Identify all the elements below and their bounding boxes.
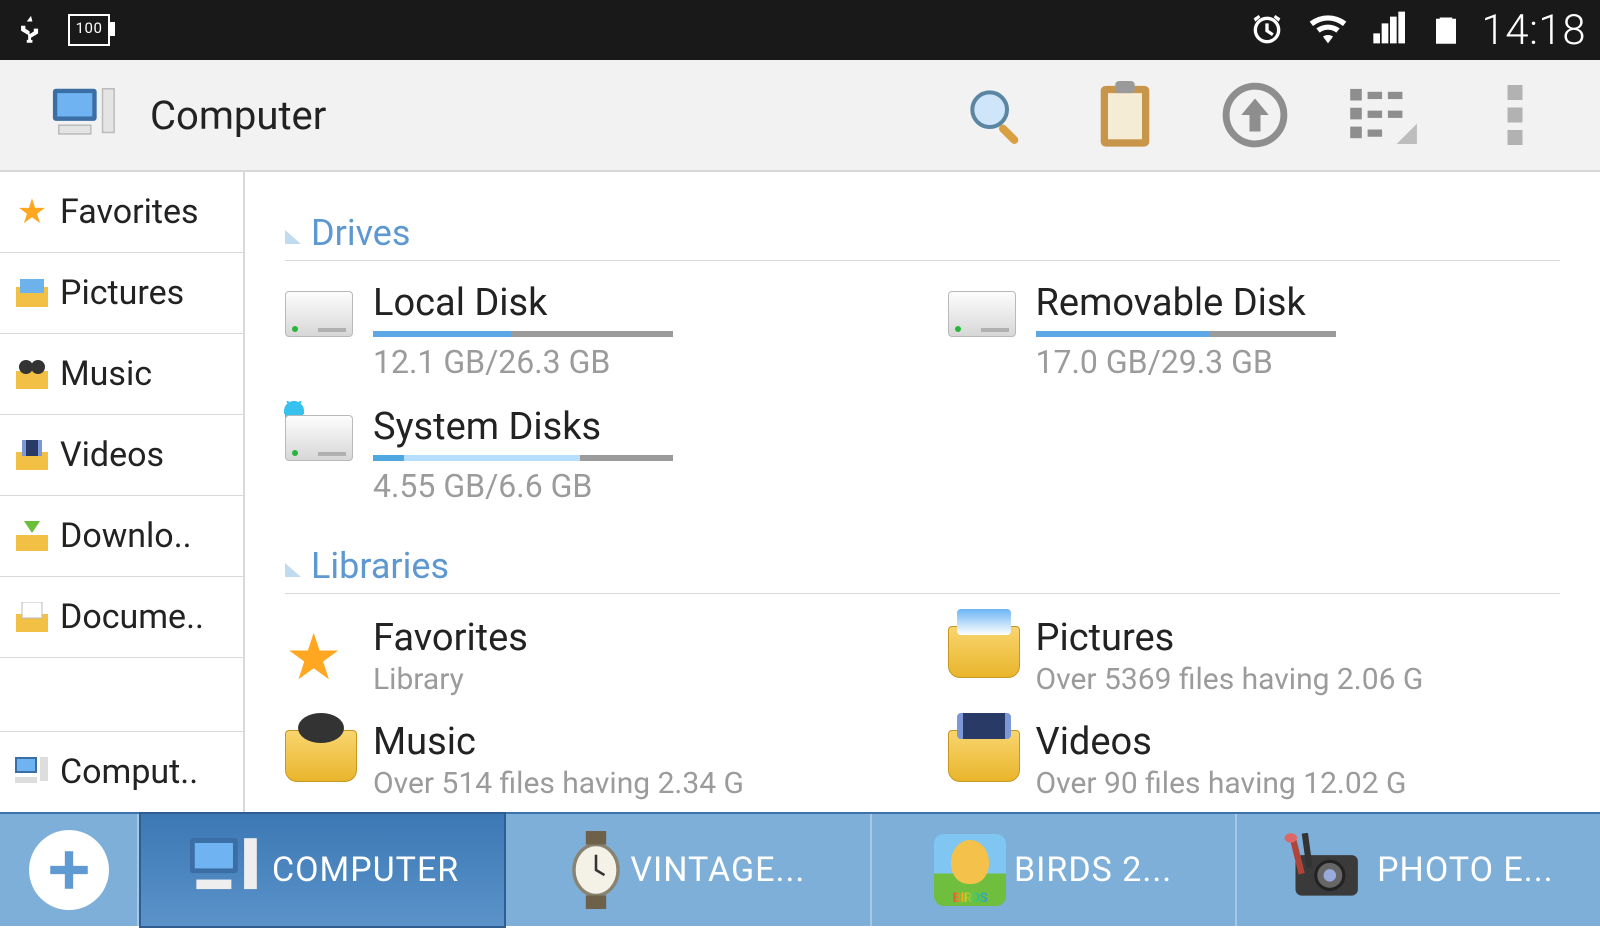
- tab-label: COMPUTER: [272, 850, 459, 890]
- sidebar-item-label: Favorites: [60, 192, 199, 232]
- music-icon: [14, 356, 50, 392]
- library-favorites[interactable]: ★ Favorites Library: [285, 616, 898, 720]
- computer-icon: [186, 835, 264, 905]
- signal-icon: [1369, 10, 1411, 50]
- music-drawer-icon: [285, 730, 357, 782]
- tab-label: PHOTO E...: [1377, 850, 1554, 890]
- photo-icon: [1283, 833, 1369, 908]
- sidebar-item-pictures[interactable]: Pictures: [0, 253, 243, 334]
- star-icon: ★: [285, 620, 342, 695]
- sidebar-item-label: Docume..: [60, 597, 204, 637]
- collapse-icon: [285, 230, 301, 244]
- library-sub: Over 5369 files having 2.06 G: [1036, 662, 1424, 697]
- sidebar-item-label: Music: [60, 354, 152, 394]
- library-name: Videos: [1036, 720, 1407, 764]
- search-icon[interactable]: [930, 65, 1060, 165]
- view-icon[interactable]: [1320, 65, 1450, 165]
- usb-icon: [14, 10, 48, 50]
- clock-text: 14:18: [1481, 6, 1586, 55]
- watch-icon: [570, 831, 622, 909]
- sidebar-item-label: Comput..: [60, 752, 198, 792]
- birds-icon: BIRDS: [934, 834, 1006, 906]
- library-name: Pictures: [1036, 616, 1424, 660]
- download-icon: [14, 518, 50, 554]
- sidebar-item-computer[interactable]: Comput..: [0, 732, 243, 812]
- battery-icon: 100: [68, 14, 110, 46]
- library-name: Favorites: [373, 616, 528, 660]
- drive-usage: 12.1 GB/26.3 GB: [373, 343, 898, 381]
- add-tab-button[interactable]: [0, 814, 139, 926]
- sidebar-item-videos[interactable]: Videos: [0, 415, 243, 496]
- tab-birds[interactable]: BIRDS BIRDS 2...: [872, 814, 1237, 926]
- document-icon: [14, 599, 50, 635]
- drive-removable-disk[interactable]: Removable Disk 17.0 GB/29.3 GB: [948, 281, 1561, 391]
- tab-label: BIRDS 2...: [1014, 850, 1172, 890]
- sidebar-item-favorites[interactable]: ★ Favorites: [0, 172, 243, 253]
- android-status-bar: 100 14:18: [0, 0, 1600, 60]
- library-sub: Over 90 files having 12.02 G: [1036, 766, 1407, 801]
- computer-icon: [14, 754, 50, 790]
- library-music[interactable]: Music Over 514 files having 2.34 G: [285, 720, 898, 812]
- video-drawer-icon: [948, 730, 1020, 782]
- sidebar: ★ Favorites Pictures Music Videos Downlo…: [0, 172, 245, 812]
- library-name: Music: [373, 720, 744, 764]
- section-title: Drives: [311, 212, 410, 254]
- picture-icon: [14, 275, 50, 311]
- sidebar-item-downloads[interactable]: Downlo..: [0, 496, 243, 577]
- sidebar-item-label: Videos: [60, 435, 164, 475]
- disk-icon: [285, 415, 353, 461]
- disk-icon: [948, 291, 1016, 337]
- alarm-icon: [1247, 10, 1287, 50]
- clipboard-icon[interactable]: [1060, 65, 1190, 165]
- tab-vintage[interactable]: VINTAGE...: [506, 814, 871, 926]
- tab-computer[interactable]: COMPUTER: [139, 812, 506, 928]
- section-header-drives[interactable]: Drives: [285, 212, 1560, 261]
- picture-drawer-icon: [948, 626, 1020, 678]
- sidebar-item-label: Pictures: [60, 273, 184, 313]
- up-icon[interactable]: [1190, 65, 1320, 165]
- drive-name: Local Disk: [373, 281, 898, 325]
- wifi-icon: [1307, 10, 1349, 50]
- content-area: Drives Local Disk 12.1 GB/26.3 GB Remova…: [245, 172, 1600, 812]
- app-bar: Computer: [0, 60, 1600, 172]
- video-icon: [14, 437, 50, 473]
- library-videos[interactable]: Videos Over 90 files having 12.02 G: [948, 720, 1561, 812]
- library-pictures[interactable]: Pictures Over 5369 files having 2.06 G: [948, 616, 1561, 720]
- usage-bar: [373, 455, 673, 461]
- drive-usage: 4.55 GB/6.6 GB: [373, 467, 898, 505]
- library-sub: Over 514 files having 2.34 G: [373, 766, 744, 801]
- computer-icon: [50, 80, 120, 150]
- drive-name: System Disks: [373, 405, 898, 449]
- usage-bar: [1036, 331, 1336, 337]
- drive-system-disks[interactable]: System Disks 4.55 GB/6.6 GB: [285, 405, 898, 515]
- drive-name: Removable Disk: [1036, 281, 1561, 325]
- sidebar-item-label: Downlo..: [60, 516, 192, 556]
- sidebar-item-documents[interactable]: Docume..: [0, 577, 243, 658]
- section-title: Libraries: [311, 545, 449, 587]
- collapse-icon: [285, 563, 301, 577]
- overflow-menu-icon[interactable]: [1450, 65, 1580, 165]
- page-title: Computer: [150, 92, 326, 139]
- bottom-tab-bar: COMPUTER VINTAGE... BIRDS BIRDS 2... PHO…: [0, 812, 1600, 926]
- usage-bar: [373, 331, 673, 337]
- disk-icon: [285, 291, 353, 337]
- drive-usage: 17.0 GB/29.3 GB: [1036, 343, 1561, 381]
- library-sub: Library: [373, 662, 528, 697]
- star-icon: ★: [14, 194, 50, 230]
- tab-photo-editor[interactable]: PHOTO E...: [1237, 814, 1600, 926]
- drive-local-disk[interactable]: Local Disk 12.1 GB/26.3 GB: [285, 281, 898, 391]
- sidebar-item-music[interactable]: Music: [0, 334, 243, 415]
- tab-label: VINTAGE...: [630, 850, 805, 890]
- section-header-libraries[interactable]: Libraries: [285, 545, 1560, 594]
- battery-full-icon: [1431, 9, 1461, 51]
